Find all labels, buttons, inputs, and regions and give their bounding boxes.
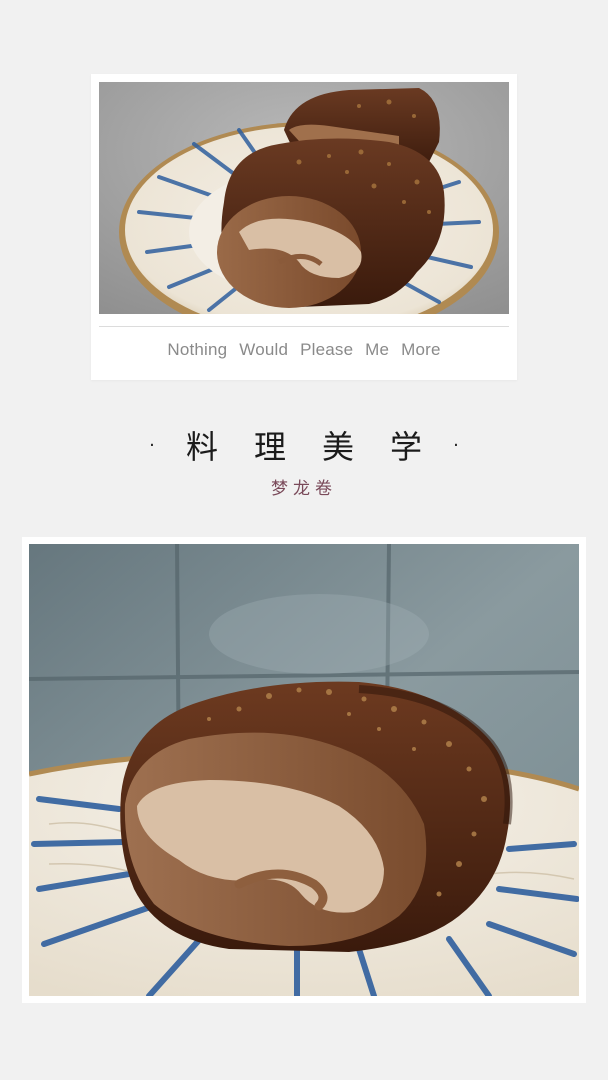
- heading-dot-right: ·: [453, 434, 459, 456]
- photo-caption: Nothing Would Please Me More: [167, 340, 441, 359]
- caption-divider: [99, 326, 509, 327]
- page-subtitle: 梦龙卷: [271, 479, 337, 499]
- cake-roll-photo-bottom: [29, 544, 579, 996]
- page-title: 料理美学: [185, 428, 458, 466]
- heading-dot-left: ·: [149, 434, 155, 456]
- page-heading: · 料理美学 ·: [0, 420, 608, 470]
- cake-roll-photo-top: [99, 82, 509, 314]
- top-photo-card: Nothing Would Please Me More: [91, 74, 517, 380]
- cake-roll: [120, 681, 513, 952]
- bottom-photo-card: [22, 537, 586, 1003]
